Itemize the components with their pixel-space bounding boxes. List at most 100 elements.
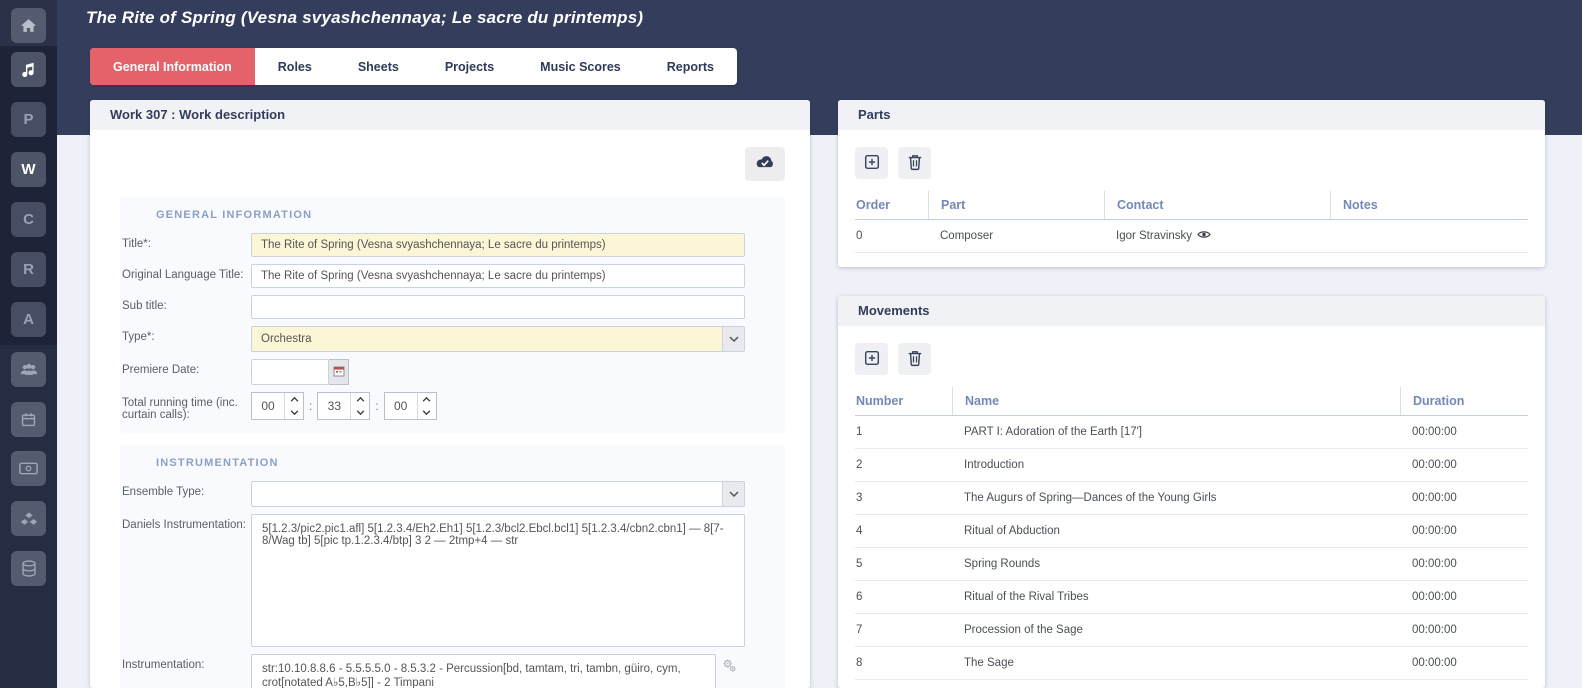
- instrumentation-textarea[interactable]: [251, 654, 716, 688]
- sidebar-item-p[interactable]: P: [11, 102, 46, 137]
- movement-row[interactable]: 3 The Augurs of Spring—Dances of the You…: [855, 482, 1528, 515]
- part-order-cell: 0: [855, 230, 928, 242]
- special-characters-button[interactable]: [722, 658, 737, 676]
- movements-table-header: Number Name Duration: [855, 387, 1528, 416]
- parts-table-header: Order Part Contact Notes: [855, 191, 1528, 220]
- chevron-down-icon: [722, 327, 744, 351]
- calendar-icon: [20, 411, 37, 428]
- date-picker-button[interactable]: [329, 359, 349, 385]
- title-label: Title*:: [122, 233, 251, 250]
- sidebar-letter: A: [23, 311, 34, 328]
- general-information-section: GENERAL INFORMATION Title*: Original Lan…: [120, 197, 785, 433]
- parts-table-row[interactable]: 0 Composer Igor Stravinsky: [855, 220, 1528, 253]
- page-title: The Rite of Spring (Vesna svyashchennaya…: [86, 8, 643, 28]
- gears-icon: [722, 661, 737, 676]
- seconds-value[interactable]: 00: [385, 393, 417, 419]
- add-part-button[interactable]: [855, 147, 888, 179]
- movement-row[interactable]: 1 PART I: Adoration of the Earth [17'] 0…: [855, 416, 1528, 449]
- type-select-value: Orchestra: [252, 333, 722, 345]
- hours-stepper: 00: [251, 392, 304, 420]
- minutes-up-button[interactable]: [351, 393, 369, 406]
- sidebar-item-music[interactable]: [11, 52, 46, 87]
- parts-panel-title: Parts: [838, 100, 1545, 130]
- column-header-contact: Contact: [1104, 191, 1330, 219]
- music-note-icon: [20, 61, 37, 78]
- sidebar-item-modules[interactable]: [11, 501, 46, 536]
- cubes-icon: [20, 511, 38, 527]
- sidebar-letter: P: [23, 111, 33, 128]
- tab-sheets[interactable]: Sheets: [335, 48, 422, 85]
- sidebar-item-people[interactable]: [11, 352, 46, 387]
- daniels-instrumentation-label: Daniels Instrumentation:: [122, 514, 251, 531]
- delete-movement-button[interactable]: [898, 343, 931, 375]
- tab-projects[interactable]: Projects: [422, 48, 517, 85]
- sidebar-item-calendar[interactable]: [11, 402, 46, 437]
- hours-value[interactable]: 00: [252, 393, 284, 419]
- sub-title-input[interactable]: [251, 295, 745, 319]
- sidebar-item-c[interactable]: C: [11, 202, 46, 237]
- sidebar-item-finance[interactable]: [11, 451, 46, 486]
- delete-part-button[interactable]: [898, 147, 931, 179]
- column-header-duration: Duration: [1400, 387, 1528, 415]
- original-language-title-input[interactable]: [251, 264, 745, 288]
- work-panel-title: Work 307 : Work description: [90, 100, 810, 130]
- trash-icon: [907, 153, 923, 174]
- part-contact-cell: Igor Stravinsky: [1104, 230, 1330, 242]
- tab-music-scores[interactable]: Music Scores: [517, 48, 644, 85]
- home-icon: [20, 18, 37, 33]
- premiere-date-label: Premiere Date:: [122, 359, 251, 376]
- premiere-date-input[interactable]: [251, 359, 329, 385]
- tab-reports[interactable]: Reports: [644, 48, 737, 85]
- sidebar-item-database[interactable]: [11, 551, 46, 586]
- ensemble-type-label: Ensemble Type:: [122, 481, 251, 498]
- sub-title-label: Sub title:: [122, 295, 251, 312]
- ensemble-type-select[interactable]: [251, 481, 745, 507]
- sidebar-letter: R: [23, 261, 34, 278]
- hours-down-button[interactable]: [285, 406, 303, 419]
- column-header-number: Number: [855, 387, 952, 415]
- title-input[interactable]: [251, 233, 745, 257]
- section-legend-general: GENERAL INFORMATION: [156, 209, 745, 221]
- eye-icon[interactable]: [1197, 230, 1211, 242]
- people-group-icon: [20, 363, 38, 377]
- movement-row[interactable]: 6 Ritual of the Rival Tribes 00:00:00: [855, 581, 1528, 614]
- sidebar-item-home[interactable]: [11, 8, 46, 43]
- chevron-down-icon: [722, 482, 744, 506]
- add-movement-button[interactable]: [855, 343, 888, 375]
- tab-general-information[interactable]: General Information: [90, 48, 255, 85]
- movement-row[interactable]: 2 Introduction 00:00:00: [855, 449, 1528, 482]
- movements-panel: Movements Number Name Duration 1 PART I:…: [838, 296, 1545, 688]
- work-description-panel: Work 307 : Work description GENERAL INFO…: [90, 100, 810, 688]
- cloud-check-icon: [754, 155, 776, 173]
- add-icon: [863, 349, 881, 370]
- movement-row[interactable]: 8 The Sage 00:00:00: [855, 647, 1528, 680]
- original-language-title-label: Original Language Title:: [122, 264, 251, 281]
- add-icon: [863, 153, 881, 174]
- movement-row[interactable]: 4 Ritual of Abduction 00:00:00: [855, 515, 1528, 548]
- movement-row[interactable]: 5 Spring Rounds 00:00:00: [855, 548, 1528, 581]
- banknote-icon: [19, 462, 38, 475]
- section-legend-instrumentation: INSTRUMENTATION: [156, 457, 745, 469]
- minutes-stepper: 33: [317, 392, 370, 420]
- minutes-value[interactable]: 33: [318, 393, 350, 419]
- sidebar-item-a[interactable]: A: [11, 302, 46, 337]
- seconds-stepper: 00: [384, 392, 437, 420]
- database-icon: [21, 560, 37, 577]
- movements-panel-title: Movements: [838, 296, 1545, 326]
- daniels-instrumentation-textarea[interactable]: [251, 514, 745, 647]
- hours-up-button[interactable]: [285, 393, 303, 406]
- sidebar-letter: C: [23, 211, 34, 228]
- parts-panel: Parts Order Part Contact Notes 0 Compose…: [838, 100, 1545, 267]
- movement-row[interactable]: 7 Procession of the Sage 00:00:00: [855, 614, 1528, 647]
- part-name-cell: Composer: [928, 230, 1104, 242]
- type-label: Type*:: [122, 326, 251, 343]
- type-select[interactable]: Orchestra: [251, 326, 745, 352]
- seconds-up-button[interactable]: [418, 393, 436, 406]
- minutes-down-button[interactable]: [351, 406, 369, 419]
- seconds-down-button[interactable]: [418, 406, 436, 419]
- tab-roles[interactable]: Roles: [255, 48, 335, 85]
- save-button[interactable]: [745, 147, 785, 181]
- sidebar-item-w[interactable]: W: [11, 152, 46, 187]
- sidebar-item-r[interactable]: R: [11, 252, 46, 287]
- column-header-notes: Notes: [1330, 191, 1528, 219]
